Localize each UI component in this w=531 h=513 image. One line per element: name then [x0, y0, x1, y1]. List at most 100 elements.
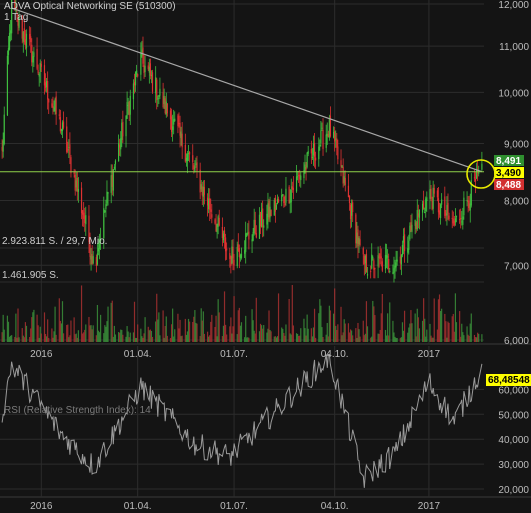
volume-bar: [384, 329, 387, 342]
volume-bar: [373, 306, 375, 342]
volume-bar: [394, 336, 396, 342]
candle-body: [453, 221, 455, 226]
candle-body: [366, 274, 369, 276]
candle-body: [31, 44, 33, 63]
candle-body: [402, 236, 405, 243]
volume-bar: [411, 323, 413, 342]
candle-body: [162, 92, 164, 108]
volume-bar: [192, 321, 194, 342]
volume-bar: [231, 333, 233, 342]
volume-bar: [120, 329, 122, 342]
volume-bar: [226, 334, 228, 342]
volume-bar: [379, 329, 381, 342]
volume-bar: [201, 320, 203, 342]
candle-body: [1, 147, 3, 151]
volume-bar: [362, 320, 364, 342]
volume-bar: [48, 337, 50, 342]
volume-bar: [292, 325, 294, 342]
candle-body: [179, 122, 181, 136]
candle-body: [336, 138, 338, 148]
volume-bar: [452, 313, 454, 342]
volume-bar: [193, 316, 195, 342]
candle-body: [111, 175, 113, 187]
volume-bar: [132, 332, 135, 342]
candle-body: [275, 204, 278, 210]
candle-body: [446, 204, 448, 216]
volume-bar: [44, 333, 47, 342]
candle-body: [221, 226, 224, 239]
candle-body: [357, 229, 359, 247]
volume-bar: [248, 337, 250, 342]
volume-bar: [396, 337, 398, 342]
volume-bar: [284, 335, 286, 342]
candle-body: [270, 210, 272, 216]
volume-bar: [165, 316, 167, 342]
candle-body: [77, 188, 79, 192]
candle-body: [60, 129, 63, 131]
candle-body: [262, 208, 264, 228]
candle-body: [172, 126, 174, 130]
candle-body: [133, 81, 136, 86]
volume-bar: [328, 305, 330, 342]
volume-bar: [344, 323, 346, 342]
candle-body: [343, 176, 345, 183]
volume-bar: [304, 328, 306, 342]
candle-body: [169, 110, 172, 120]
rsi-label: RSI (Relative Strength Index): 14: [4, 405, 151, 416]
candle-body: [430, 188, 432, 199]
candle-body: [321, 127, 323, 129]
candle-body: [431, 200, 433, 210]
candle-body: [371, 254, 373, 269]
candle-body: [258, 214, 261, 239]
candle-body: [267, 203, 269, 218]
candle-body: [196, 162, 198, 172]
candle-body: [468, 201, 470, 208]
volume-label-top: 2.923.811 S. / 29,7 Mio.: [2, 236, 107, 247]
volume-bar: [336, 329, 338, 342]
candle-body: [392, 272, 394, 274]
time-tick-label: 01.07.: [220, 501, 248, 512]
candle-body: [254, 220, 256, 234]
volume-bar: [295, 333, 298, 342]
candle-body: [394, 265, 396, 269]
candle-body: [373, 260, 375, 270]
candle-body: [36, 48, 38, 69]
candle-body: [39, 63, 41, 72]
candle-body: [439, 204, 442, 219]
volume-bar: [32, 312, 34, 342]
candle-body: [211, 214, 213, 218]
volume-bar: [311, 336, 314, 342]
candle-body: [142, 47, 144, 64]
volume-bar: [281, 327, 283, 342]
volume-bar: [266, 332, 268, 342]
volume-bar: [399, 337, 401, 342]
candle-body: [389, 270, 391, 272]
candle-body: [144, 65, 146, 73]
volume-bar: [166, 335, 168, 342]
candle-body: [85, 215, 87, 225]
volume-bar: [418, 328, 420, 342]
candle-body: [363, 255, 365, 265]
volume-bar: [52, 337, 54, 342]
volume-bar: [216, 336, 218, 342]
volume-bar: [221, 336, 224, 342]
volume-bar: [141, 336, 143, 342]
candle-body: [69, 144, 71, 155]
candle-body: [355, 214, 357, 244]
volume-bar: [438, 294, 441, 342]
candle-body: [181, 133, 183, 148]
volume-bar: [305, 335, 307, 342]
candle-body: [239, 254, 242, 259]
candle-body: [409, 225, 411, 240]
volume-bar: [378, 333, 380, 342]
candle-body: [432, 187, 434, 209]
volume-bar: [129, 332, 131, 342]
candle-body: [38, 73, 40, 77]
candle-body: [92, 256, 94, 264]
axis-layer: 12,000 11,000 10,000 9,000 8,000 7,000 6,000 60…: [30, 0, 529, 512]
candle-body: [445, 213, 447, 216]
volume-bar: [97, 330, 100, 342]
candle-body: [454, 218, 457, 223]
candle-body: [114, 160, 117, 165]
volume-bar: [473, 334, 476, 342]
